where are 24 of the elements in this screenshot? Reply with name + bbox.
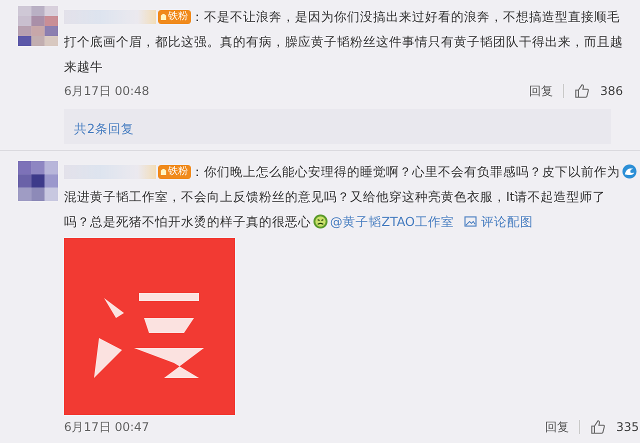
avatar[interactable]	[18, 6, 58, 46]
like-icon[interactable]	[574, 83, 590, 99]
comment-text: ：你们晚上怎么能心安理得的睡觉啊？心里不会有负罪感吗？皮下以前作为	[191, 163, 620, 181]
like-count: 335	[616, 420, 639, 434]
comment-date: 6月17日 00:47	[64, 418, 150, 436]
wave-emoji-icon	[622, 164, 637, 179]
comment-image-link[interactable]: 评论配图	[464, 209, 533, 234]
comment-text: 吗？总是死猪不怕开水烫的样子真的很恶心	[64, 213, 311, 231]
comment-text: 混进黄子韬工作室，不会向上反馈粉丝的意见吗？又给他穿这种亮黄色衣服，It请不起造型师了	[64, 188, 606, 206]
reply-link[interactable]: 回复	[529, 82, 554, 100]
mention-link[interactable]: @黄子韬ZTAO工作室	[330, 209, 454, 234]
reply-link[interactable]: 回复	[545, 418, 570, 436]
like-icon[interactable]	[590, 419, 606, 435]
comment-text: 来越牛	[64, 58, 103, 76]
comment-date: 6月17日 00:48	[64, 82, 150, 100]
avatar[interactable]	[18, 161, 58, 201]
face-emoji-icon	[313, 214, 328, 229]
view-replies-link[interactable]: 共2条回复	[74, 121, 134, 136]
comment-text: 打个底画个眉，都比这强。真的有病，臊应黄子韬粉丝这件事情只有黄子韬团队干得出来，而且越	[64, 33, 623, 51]
fan-badge: 铁粉	[158, 164, 191, 178]
image-icon	[464, 216, 477, 227]
comment-text: ：不是不让浪奔，是因为你们没搞出来过好看的浪奔，不想搞造型直接顺毛	[191, 8, 620, 26]
like-count: 386	[600, 84, 623, 98]
fan-badge: 铁粉	[158, 10, 191, 24]
